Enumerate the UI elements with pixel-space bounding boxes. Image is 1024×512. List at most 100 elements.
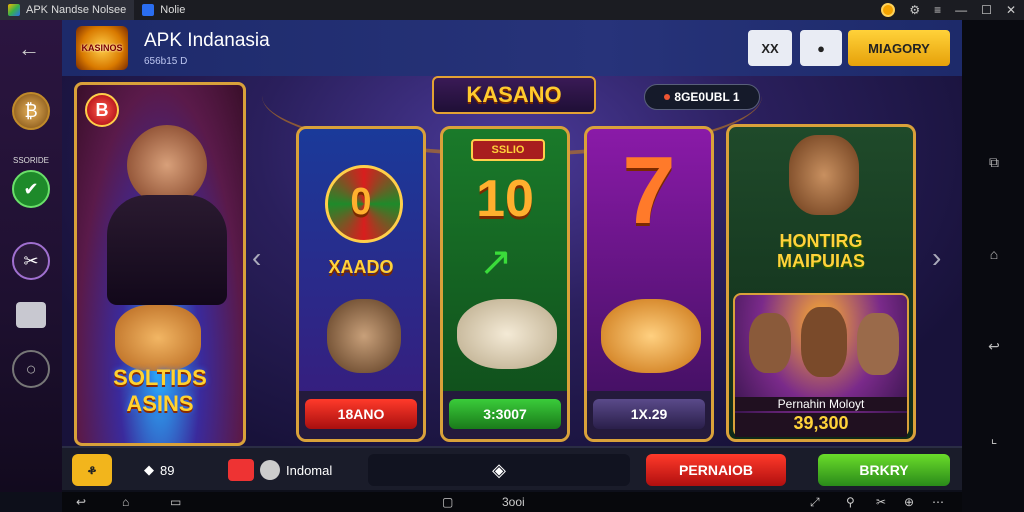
treasure-icon[interactable]: ₿ xyxy=(12,92,50,130)
deposit-button[interactable]: PERNAIOB xyxy=(646,454,786,486)
main-content: KASANO 8GE0UBL 1 B SOLTIDS ASINS ‹ › 0 X… xyxy=(62,76,962,446)
cards-icon[interactable] xyxy=(16,302,46,328)
app-header: KASINOS APK Indanasia 656b15 D XX ● MIAG… xyxy=(62,20,962,76)
play-button[interactable]: BRKRY xyxy=(818,454,950,486)
avatar xyxy=(260,460,280,480)
carousel-prev-icon[interactable]: ‹ xyxy=(252,242,261,274)
tab-nolie-icon xyxy=(142,4,155,16)
center-action[interactable]: ◈ xyxy=(368,454,630,486)
casino-logo: KASINOS xyxy=(76,26,128,70)
card-center-value: 10 xyxy=(476,170,534,228)
hero-title-line2: ASINS xyxy=(126,391,194,416)
right-sidebar: ⧉ ⌂ ↩ ⌞ xyxy=(962,20,1024,512)
featured-label: Pernahin Moloyt xyxy=(735,397,907,411)
status-pill[interactable]: 8GE0UBL 1 xyxy=(644,84,760,110)
gem-count: 89 xyxy=(160,462,175,478)
gem-counter[interactable]: ◆ 89 xyxy=(144,454,174,486)
card-center-value: 0 xyxy=(350,181,372,223)
arrow-symbol-icon: ↗ xyxy=(479,240,513,284)
coin-icon[interactable] xyxy=(881,3,896,17)
card-tag: SSLIO xyxy=(471,139,545,161)
nav-gamepad-icon[interactable]: ⊕ xyxy=(904,495,914,509)
card-play-button[interactable]: 18ANO xyxy=(305,399,417,429)
minimize-icon[interactable]: — xyxy=(955,3,967,17)
featured-value: 39,300 xyxy=(735,413,907,437)
nav-location-icon[interactable]: ⚲ xyxy=(846,495,855,509)
featured-card[interactable]: HONTIRG MAIPUIAS Pernahin Moloyt 39,300 xyxy=(726,124,916,442)
app-subtitle: 656b15 D xyxy=(144,56,188,67)
hero-card[interactable]: B SOLTIDS ASINS xyxy=(74,82,246,446)
nav-scissors-icon[interactable]: ✂ xyxy=(876,495,886,509)
nav-home-icon[interactable]: ⌂ xyxy=(122,495,129,509)
tab-apk-label: APK Nandse Nolsee xyxy=(26,4,127,16)
dog-figure xyxy=(115,305,201,371)
maximize-icon[interactable]: ☐ xyxy=(981,3,992,17)
window-controls: ⚙ ≡ — ☐ ✕ xyxy=(881,0,1016,20)
category-button[interactable]: MIAGORY xyxy=(848,30,950,66)
corner-icon[interactable]: ⌞ xyxy=(986,430,1002,446)
game-card[interactable]: 7 1X.29 xyxy=(584,126,714,442)
home-game-icon[interactable]: ቆ xyxy=(72,454,112,486)
gem-icon: ◆ xyxy=(144,462,154,477)
hostess-figure xyxy=(127,125,207,205)
window-titlebar: APK Nandse Nolsee Nolie ⚙ ≡ — ☐ ✕ xyxy=(0,0,1024,20)
bottom-bar: ቆ ◆ 89 Indomal ◈ PERNAIOB BRKRY xyxy=(62,446,962,490)
tv-icon xyxy=(228,459,254,481)
sidebar-item-label: SSORIDE xyxy=(12,156,49,165)
tools-icon[interactable]: ✂ xyxy=(12,242,50,280)
pup-figure xyxy=(457,299,557,369)
player-figure xyxy=(857,313,899,375)
check-icon[interactable]: ✔ xyxy=(12,170,50,208)
hero-title-line1: SOLTIDS xyxy=(113,365,207,390)
nav-recent-icon[interactable]: ▭ xyxy=(170,495,181,509)
hostess-body xyxy=(107,195,227,305)
close-icon[interactable]: ✕ xyxy=(1006,3,1016,17)
app-logo-icon xyxy=(8,4,20,16)
nav-center-text: 3ooi xyxy=(502,495,525,509)
player-figure xyxy=(749,313,791,373)
user-icon[interactable]: ● xyxy=(800,30,842,66)
card-center-value: 7 xyxy=(622,137,676,244)
card-subtitle: XAADO xyxy=(328,257,394,277)
game-card[interactable]: 0 XAADO 18ANO xyxy=(296,126,426,442)
status-dot-icon xyxy=(664,94,671,100)
app-title: APK Indanasia xyxy=(144,30,270,51)
game-card[interactable]: SSLIO 10 ↗ 3:3007 xyxy=(440,126,570,442)
miner-figure xyxy=(789,135,859,215)
nav-back-icon[interactable]: ↩ xyxy=(76,495,86,509)
screenshot-icon[interactable]: ⧉ xyxy=(986,154,1002,170)
tab-apk[interactable]: APK Nandse Nolsee xyxy=(0,0,135,20)
featured-title-line2: MAIPUIAS xyxy=(776,251,865,271)
tiger-figure xyxy=(601,299,701,373)
featured-promo[interactable]: Pernahin Moloyt 39,300 xyxy=(733,293,909,437)
tab-nolie[interactable]: Nolie xyxy=(134,0,193,20)
settings-icon[interactable]: ⚙ xyxy=(909,3,920,17)
card-play-button[interactable]: 3:3007 xyxy=(449,399,561,429)
game-card-art: 7 xyxy=(587,129,711,391)
region-label: Indomal xyxy=(286,462,333,478)
carousel-next-icon[interactable]: › xyxy=(932,242,941,274)
nav-expand-icon[interactable]: ⤢ xyxy=(810,495,820,510)
header-button-xx[interactable]: XX xyxy=(748,30,792,66)
tab-nolie-label: Nolie xyxy=(160,4,186,16)
back-arrow-icon[interactable]: ← xyxy=(18,36,40,62)
cat-figure xyxy=(327,299,401,373)
menu-icon[interactable]: ≡ xyxy=(934,3,941,17)
home-icon[interactable]: ⌂ xyxy=(986,246,1002,262)
featured-title-line1: HONTIRG xyxy=(779,231,863,251)
banner-title: KASANO xyxy=(432,76,596,114)
card-play-button[interactable]: 1X.29 xyxy=(593,399,705,429)
status-pill-text: 8GE0UBL 1 xyxy=(674,90,740,104)
game-card-art: SSLIO 10 ↗ xyxy=(443,129,567,391)
nav-window-icon[interactable]: ▢ xyxy=(442,495,453,509)
left-sidebar: ← ₿ SSORIDE ✔ ✂ ○ xyxy=(0,20,62,492)
game-card-art: 0 XAADO xyxy=(299,129,423,391)
diamond-icon: ◈ xyxy=(492,459,506,480)
nav-more-icon[interactable]: ⋯ xyxy=(932,495,944,509)
player-figure xyxy=(801,307,847,377)
circle-icon[interactable]: ○ xyxy=(12,350,50,388)
region-selector[interactable]: Indomal xyxy=(228,454,332,486)
undo-icon[interactable]: ↩ xyxy=(986,338,1002,354)
hero-badge: B xyxy=(85,93,119,127)
android-navbar: ↩ ⌂ ▭ ▢ 3ooi ⤢ ⚲ ✂ ⊕ ⋯ xyxy=(62,492,962,512)
